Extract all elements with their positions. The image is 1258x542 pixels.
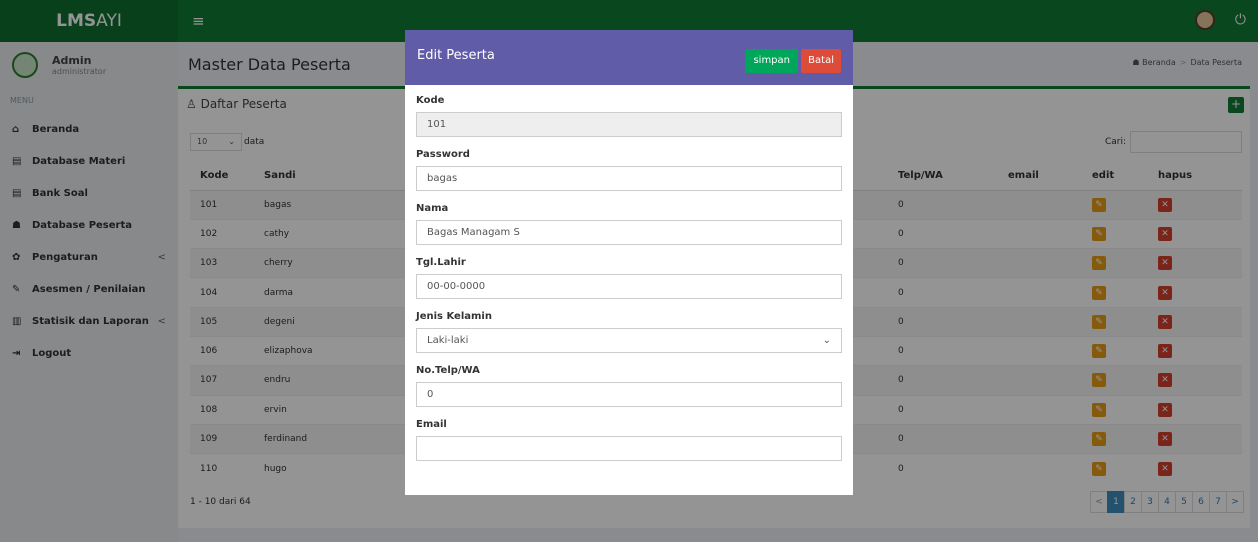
nama-field[interactable]: Bagas Managam S bbox=[416, 220, 842, 245]
kode-label: Kode bbox=[416, 95, 445, 106]
password-label: Password bbox=[416, 149, 470, 160]
edit-peserta-modal: Edit Peserta simpan Batal Kode 101 Passw… bbox=[405, 30, 853, 495]
modal-title: Edit Peserta bbox=[417, 48, 495, 63]
cancel-button[interactable]: Batal bbox=[801, 49, 841, 73]
email-field[interactable] bbox=[416, 436, 842, 461]
chevron-down-icon: ⌄ bbox=[822, 335, 831, 346]
jenis-kelamin-label: Jenis Kelamin bbox=[416, 311, 492, 322]
modal-header: Edit Peserta simpan Batal bbox=[405, 30, 853, 85]
email-label: Email bbox=[416, 419, 447, 430]
kode-field: 101 bbox=[416, 112, 842, 137]
tgl-lahir-field[interactable]: 00-00-0000 bbox=[416, 274, 842, 299]
save-button[interactable]: simpan bbox=[745, 49, 798, 73]
telp-label: No.Telp/WA bbox=[416, 365, 480, 376]
telp-field[interactable]: 0 bbox=[416, 382, 842, 407]
jenis-kelamin-select[interactable]: Laki-laki ⌄ bbox=[416, 328, 842, 353]
password-field[interactable]: bagas bbox=[416, 166, 842, 191]
nama-label: Nama bbox=[416, 203, 449, 214]
tgl-lahir-label: Tgl.Lahir bbox=[416, 257, 466, 268]
